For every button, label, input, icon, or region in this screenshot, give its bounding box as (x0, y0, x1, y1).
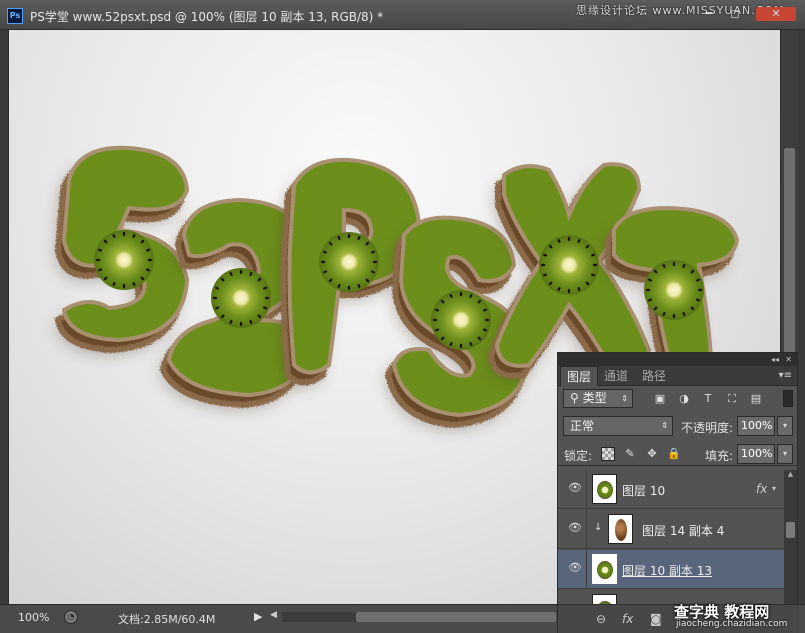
layer-filter-row: ⚲ 类型 ⇕ ▣ ◑ T ⛶ ▤ (558, 387, 799, 411)
layer-effects-fx-icon[interactable]: fx (756, 482, 767, 496)
panel-tabs: 图层 通道 路径 ▾≡ (558, 366, 797, 386)
fill-input[interactable]: 100% (737, 444, 775, 464)
link-layers-icon[interactable]: ⊖ (596, 612, 606, 626)
watermark-top: 思缘设计论坛 www.MISSYUAN.COM (576, 4, 785, 17)
lock-transparency-icon[interactable] (601, 447, 615, 461)
chevron-updown-icon: ⇕ (621, 394, 628, 403)
add-layer-mask-icon[interactable]: ◙ (650, 612, 662, 626)
layer-list-scroll-thumb[interactable] (786, 522, 795, 538)
layer-thumbnail[interactable] (592, 474, 617, 504)
lock-label: 锁定: (564, 449, 593, 463)
blend-mode-select[interactable]: 正常 ⇕ (563, 416, 673, 436)
blend-row: 正常 ⇕ 不透明度: 100% ▾ (558, 414, 799, 438)
fill-label: 填充: (705, 449, 734, 463)
filter-type-select[interactable]: ⚲ 类型 ⇕ (563, 389, 633, 408)
layer-thumbnail[interactable] (592, 554, 617, 584)
filter-toggle-switch[interactable] (783, 390, 793, 407)
visibility-eye-icon[interactable]: 👁 (568, 562, 582, 573)
status-menu-arrow-icon[interactable]: ▶ (254, 610, 262, 623)
watermark-url-text: jiaocheng.chazidian.com (676, 619, 788, 629)
opacity-label: 不透明度: (681, 421, 734, 435)
layer-row-selected[interactable]: 👁 图层 10 副本 13 (558, 550, 784, 589)
expand-effects-chevron-icon[interactable]: ▾ (772, 484, 776, 493)
add-layer-style-fx-icon[interactable]: fx (622, 612, 633, 626)
layers-panel: ◂◂ ✕ 图层 通道 路径 ▾≡ ⚲ 类型 ⇕ ▣ ◑ T ⛶ ▤ 正常 ⇕ 不… (557, 352, 799, 633)
kiwi-skin-thumbnail-icon (615, 519, 627, 541)
clipping-mask-arrow-icon: ↓ (594, 522, 603, 533)
layer-name[interactable]: 图层 10 (622, 482, 665, 499)
zoom-preview-icon[interactable]: ◔ (64, 610, 78, 624)
lock-all-icon[interactable]: 🔒 (667, 447, 681, 461)
photoshop-logo-icon: Ps (7, 8, 23, 24)
pixel-layer-filter-icon[interactable]: ▣ (653, 392, 667, 406)
kiwi-thumbnail-icon (597, 481, 613, 499)
row-divider (586, 510, 587, 549)
layer-list: 👁 图层 10 fx ▾ 👁 ↓ 图层 14 副本 4 👁 图层 10 副本 1… (558, 470, 784, 604)
blend-mode-label: 正常 (570, 419, 595, 433)
horizontal-scrollbar[interactable] (282, 612, 556, 622)
maximize-button[interactable]: ◻ (726, 7, 744, 21)
collapse-panel-icon[interactable]: ◂◂ (771, 353, 779, 366)
fill-slider-dropdown-icon[interactable]: ▾ (777, 444, 793, 464)
shape-layer-filter-icon[interactable]: ⛶ (725, 392, 739, 406)
layer-thumbnail[interactable] (592, 594, 617, 604)
watermark-bottom: 查字典 教程网 jiaocheng.chazidian.com (672, 601, 802, 629)
opacity-input[interactable]: 100% (737, 416, 775, 436)
tab-paths[interactable]: 路径 (636, 366, 672, 386)
panel-header-strip: ◂◂ ✕ (558, 353, 797, 366)
close-button[interactable]: ✕ (756, 7, 796, 21)
minimize-button[interactable]: ━ (700, 7, 718, 21)
layer-list-scrollbar[interactable]: ▲ (784, 470, 797, 604)
row-divider (586, 470, 587, 509)
document-title: PS学堂 www.52psxt.psd @ 100% (图层 10 副本 13,… (30, 10, 384, 24)
smart-object-filter-icon[interactable]: ▤ (749, 392, 763, 406)
kiwi-thumbnail-icon (597, 561, 613, 579)
type-layer-filter-icon[interactable]: T (701, 392, 715, 406)
layer-thumbnail[interactable] (608, 514, 633, 544)
tab-channels[interactable]: 通道 (598, 366, 634, 386)
kiwi-letter (54, 145, 190, 354)
title-bar: Ps PS学堂 www.52psxt.psd @ 100% (图层 10 副本 … (0, 0, 805, 30)
zoom-level[interactable]: 100% (18, 611, 49, 624)
scroll-up-arrow-icon[interactable]: ▲ (784, 470, 797, 480)
chevron-updown-icon: ⇕ (661, 421, 668, 430)
layer-name[interactable]: 图层 10 副本 13 (622, 562, 712, 579)
visibility-eye-icon[interactable]: 👁 (568, 482, 582, 493)
lock-row: 锁定: ✎ ✥ 🔒 填充: 100% ▾ (558, 442, 799, 466)
opacity-slider-dropdown-icon[interactable]: ▾ (777, 416, 793, 436)
tab-layers[interactable]: 图层 (560, 366, 599, 386)
search-icon: ⚲ (570, 391, 579, 405)
adjustment-layer-filter-icon[interactable]: ◑ (677, 392, 691, 406)
horizontal-scrollbar-thumb[interactable] (356, 612, 556, 622)
layer-name[interactable]: 图层 14 副本 4 (642, 522, 724, 539)
scroll-left-arrow-icon[interactable]: ◀ (270, 610, 277, 620)
layer-row[interactable]: 👁 ↓ 图层 14 副本 4 (558, 510, 784, 549)
lock-pixels-brush-icon[interactable]: ✎ (623, 447, 637, 461)
filter-type-label: 类型 (582, 391, 607, 405)
layer-row[interactable]: 👁 图层 10 fx ▾ (558, 470, 784, 509)
document-size-info: 文档:2.85M/60.4M (118, 613, 216, 626)
panel-menu-icon[interactable]: ▾≡ (779, 370, 792, 381)
close-panel-icon[interactable]: ✕ (785, 353, 792, 366)
lock-position-move-icon[interactable]: ✥ (645, 447, 659, 461)
visibility-eye-icon[interactable]: 👁 (568, 522, 582, 533)
row-divider (586, 550, 587, 589)
